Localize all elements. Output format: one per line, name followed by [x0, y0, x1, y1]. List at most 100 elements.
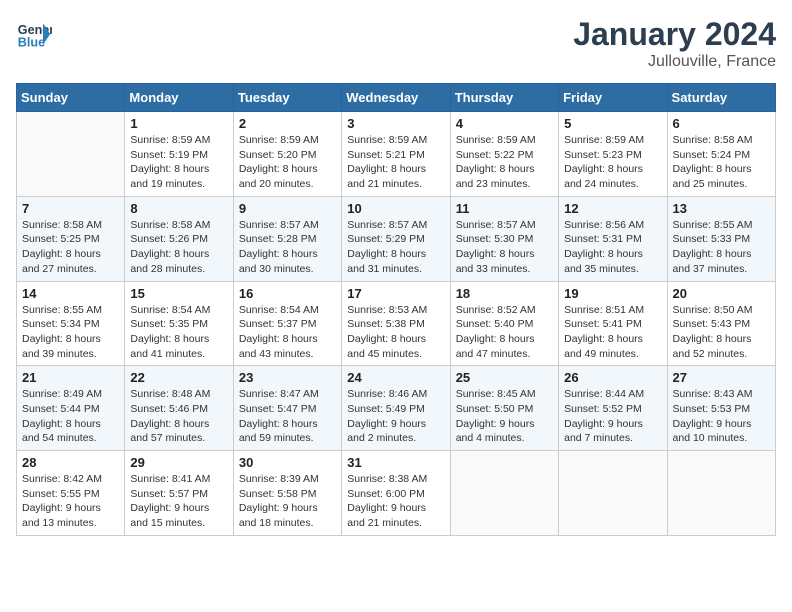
- day-number: 9: [239, 201, 336, 216]
- day-info: Sunrise: 8:57 AM Sunset: 5:29 PM Dayligh…: [347, 218, 444, 277]
- svg-text:Blue: Blue: [18, 36, 45, 50]
- calendar-cell: 14Sunrise: 8:55 AM Sunset: 5:34 PM Dayli…: [17, 281, 125, 366]
- day-number: 13: [673, 201, 770, 216]
- day-info: Sunrise: 8:49 AM Sunset: 5:44 PM Dayligh…: [22, 387, 119, 446]
- day-info: Sunrise: 8:58 AM Sunset: 5:25 PM Dayligh…: [22, 218, 119, 277]
- calendar-cell: 18 Sunrise: 8:52 AM Sunset: 5:40 PM Dayli…: [450, 281, 558, 366]
- day-info: Sunrise: 8:45 AM Sunset: 5:50 PM Dayligh…: [456, 387, 553, 446]
- calendar-cell: 2 Sunrise: 8:59 AM Sunset: 5:20 PM Daylig…: [233, 112, 341, 197]
- day-info: Sunrise: 8:39 AM Sunset: 5:58 PM Dayligh…: [239, 472, 336, 531]
- calendar-cell: 21 Sunrise: 8:49 AM Sunset: 5:44 PM Dayli…: [17, 366, 125, 451]
- day-info: Sunrise: 8:54 AM Sunset: 5:37 PM Dayligh…: [239, 303, 336, 362]
- calendar-cell: 20 Sunrise: 8:50 AM Sunset: 5:43 PM Dayli…: [667, 281, 775, 366]
- weekday-header: Saturday: [667, 84, 775, 112]
- calendar-cell: 10 Sunrise: 8:57 AM Sunset: 5:29 PM Dayli…: [342, 196, 450, 281]
- weekday-header: Friday: [559, 84, 667, 112]
- calendar-cell: 7 Sunrise: 8:58 AM Sunset: 5:25 PM Daylig…: [17, 196, 125, 281]
- calendar-cell: 31Sunrise: 8:38 AM Sunset: 6:00 PM Dayli…: [342, 451, 450, 536]
- logo-icon: General Blue: [16, 16, 52, 52]
- calendar-cell: 6 Sunrise: 8:58 AM Sunset: 5:24 PM Daylig…: [667, 112, 775, 197]
- calendar-cell: 4Sunrise: 8:59 AM Sunset: 5:22 PM Daylig…: [450, 112, 558, 197]
- page-header: General Blue January 2024 Jullouville, F…: [16, 16, 776, 71]
- weekday-header: Monday: [125, 84, 233, 112]
- month-title: January 2024: [573, 16, 776, 53]
- day-info: Sunrise: 8:41 AM Sunset: 5:57 PM Dayligh…: [130, 472, 227, 531]
- day-number: 28: [22, 455, 119, 470]
- day-number: 29: [130, 455, 227, 470]
- day-number: 21: [22, 370, 119, 385]
- calendar-cell: 22Sunrise: 8:48 AM Sunset: 5:46 PM Dayli…: [125, 366, 233, 451]
- calendar-cell: 5Sunrise: 8:59 AM Sunset: 5:23 PM Daylig…: [559, 112, 667, 197]
- day-info: Sunrise: 8:59 AM Sunset: 5:20 PM Dayligh…: [239, 133, 336, 192]
- calendar-table: SundayMondayTuesdayWednesdayThursdayFrid…: [16, 83, 776, 536]
- calendar-cell: 28 Sunrise: 8:42 AM Sunset: 5:55 PM Dayli…: [17, 451, 125, 536]
- day-info: Sunrise: 8:57 AM Sunset: 5:28 PM Dayligh…: [239, 218, 336, 277]
- day-number: 10: [347, 201, 444, 216]
- day-number: 14: [22, 286, 119, 301]
- day-number: 27: [673, 370, 770, 385]
- day-info: Sunrise: 8:46 AM Sunset: 5:49 PM Dayligh…: [347, 387, 444, 446]
- day-number: 23: [239, 370, 336, 385]
- day-number: 15: [130, 286, 227, 301]
- calendar-cell: 1 Sunrise: 8:59 AM Sunset: 5:19 PM Daylig…: [125, 112, 233, 197]
- day-number: 19: [564, 286, 661, 301]
- day-info: Sunrise: 8:43 AM Sunset: 5:53 PM Dayligh…: [673, 387, 770, 446]
- day-info: Sunrise: 8:58 AM Sunset: 5:26 PM Dayligh…: [130, 218, 227, 277]
- day-info: Sunrise: 8:54 AM Sunset: 5:35 PM Dayligh…: [130, 303, 227, 362]
- day-number: 24: [347, 370, 444, 385]
- day-number: 18: [456, 286, 553, 301]
- calendar-cell: 27 Sunrise: 8:43 AM Sunset: 5:53 PM Dayli…: [667, 366, 775, 451]
- day-number: 11: [456, 201, 553, 216]
- calendar-cell: 17 Sunrise: 8:53 AM Sunset: 5:38 PM Dayli…: [342, 281, 450, 366]
- day-number: 30: [239, 455, 336, 470]
- calendar-cell: [450, 451, 558, 536]
- day-info: Sunrise: 8:38 AM Sunset: 6:00 PM Dayligh…: [347, 472, 444, 531]
- calendar-cell: [559, 451, 667, 536]
- day-number: 7: [22, 201, 119, 216]
- calendar-cell: 24 Sunrise: 8:46 AM Sunset: 5:49 PM Dayli…: [342, 366, 450, 451]
- day-number: 22: [130, 370, 227, 385]
- weekday-header: Tuesday: [233, 84, 341, 112]
- day-info: Sunrise: 8:50 AM Sunset: 5:43 PM Dayligh…: [673, 303, 770, 362]
- day-number: 6: [673, 116, 770, 131]
- calendar-cell: 3Sunrise: 8:59 AM Sunset: 5:21 PM Daylig…: [342, 112, 450, 197]
- day-number: 12: [564, 201, 661, 216]
- calendar-cell: [17, 112, 125, 197]
- day-info: Sunrise: 8:51 AM Sunset: 5:41 PM Dayligh…: [564, 303, 661, 362]
- day-info: Sunrise: 8:47 AM Sunset: 5:47 PM Dayligh…: [239, 387, 336, 446]
- day-number: 2: [239, 116, 336, 131]
- calendar-cell: 16 Sunrise: 8:54 AM Sunset: 5:37 PM Dayli…: [233, 281, 341, 366]
- calendar-cell: 23 Sunrise: 8:47 AM Sunset: 5:47 PM Dayli…: [233, 366, 341, 451]
- day-info: Sunrise: 8:52 AM Sunset: 5:40 PM Dayligh…: [456, 303, 553, 362]
- calendar-cell: 11 Sunrise: 8:57 AM Sunset: 5:30 PM Dayli…: [450, 196, 558, 281]
- day-info: Sunrise: 8:58 AM Sunset: 5:24 PM Dayligh…: [673, 133, 770, 192]
- day-number: 20: [673, 286, 770, 301]
- calendar-cell: 29 Sunrise: 8:41 AM Sunset: 5:57 PM Dayli…: [125, 451, 233, 536]
- weekday-header: Sunday: [17, 84, 125, 112]
- day-number: 26: [564, 370, 661, 385]
- weekday-header: Wednesday: [342, 84, 450, 112]
- day-info: Sunrise: 8:59 AM Sunset: 5:19 PM Dayligh…: [130, 133, 227, 192]
- day-info: Sunrise: 8:53 AM Sunset: 5:38 PM Dayligh…: [347, 303, 444, 362]
- title-block: January 2024 Jullouville, France: [573, 16, 776, 71]
- day-info: Sunrise: 8:59 AM Sunset: 5:21 PM Dayligh…: [347, 133, 444, 192]
- day-info: Sunrise: 8:42 AM Sunset: 5:55 PM Dayligh…: [22, 472, 119, 531]
- day-number: 16: [239, 286, 336, 301]
- calendar-header: SundayMondayTuesdayWednesdayThursdayFrid…: [17, 84, 776, 112]
- calendar-cell: 26 Sunrise: 8:44 AM Sunset: 5:52 PM Dayli…: [559, 366, 667, 451]
- day-info: Sunrise: 8:59 AM Sunset: 5:23 PM Dayligh…: [564, 133, 661, 192]
- calendar-cell: 19 Sunrise: 8:51 AM Sunset: 5:41 PM Dayli…: [559, 281, 667, 366]
- calendar-cell: 30 Sunrise: 8:39 AM Sunset: 5:58 PM Dayli…: [233, 451, 341, 536]
- day-number: 17: [347, 286, 444, 301]
- day-info: Sunrise: 8:57 AM Sunset: 5:30 PM Dayligh…: [456, 218, 553, 277]
- day-info: Sunrise: 8:56 AM Sunset: 5:31 PM Dayligh…: [564, 218, 661, 277]
- day-info: Sunrise: 8:44 AM Sunset: 5:52 PM Dayligh…: [564, 387, 661, 446]
- day-info: Sunrise: 8:55 AM Sunset: 5:33 PM Dayligh…: [673, 218, 770, 277]
- day-number: 25: [456, 370, 553, 385]
- day-number: 1: [130, 116, 227, 131]
- calendar-cell: 9 Sunrise: 8:57 AM Sunset: 5:28 PM Daylig…: [233, 196, 341, 281]
- calendar-cell: 12 Sunrise: 8:56 AM Sunset: 5:31 PM Dayli…: [559, 196, 667, 281]
- day-number: 8: [130, 201, 227, 216]
- day-number: 4: [456, 116, 553, 131]
- calendar-cell: 25 Sunrise: 8:45 AM Sunset: 5:50 PM Dayli…: [450, 366, 558, 451]
